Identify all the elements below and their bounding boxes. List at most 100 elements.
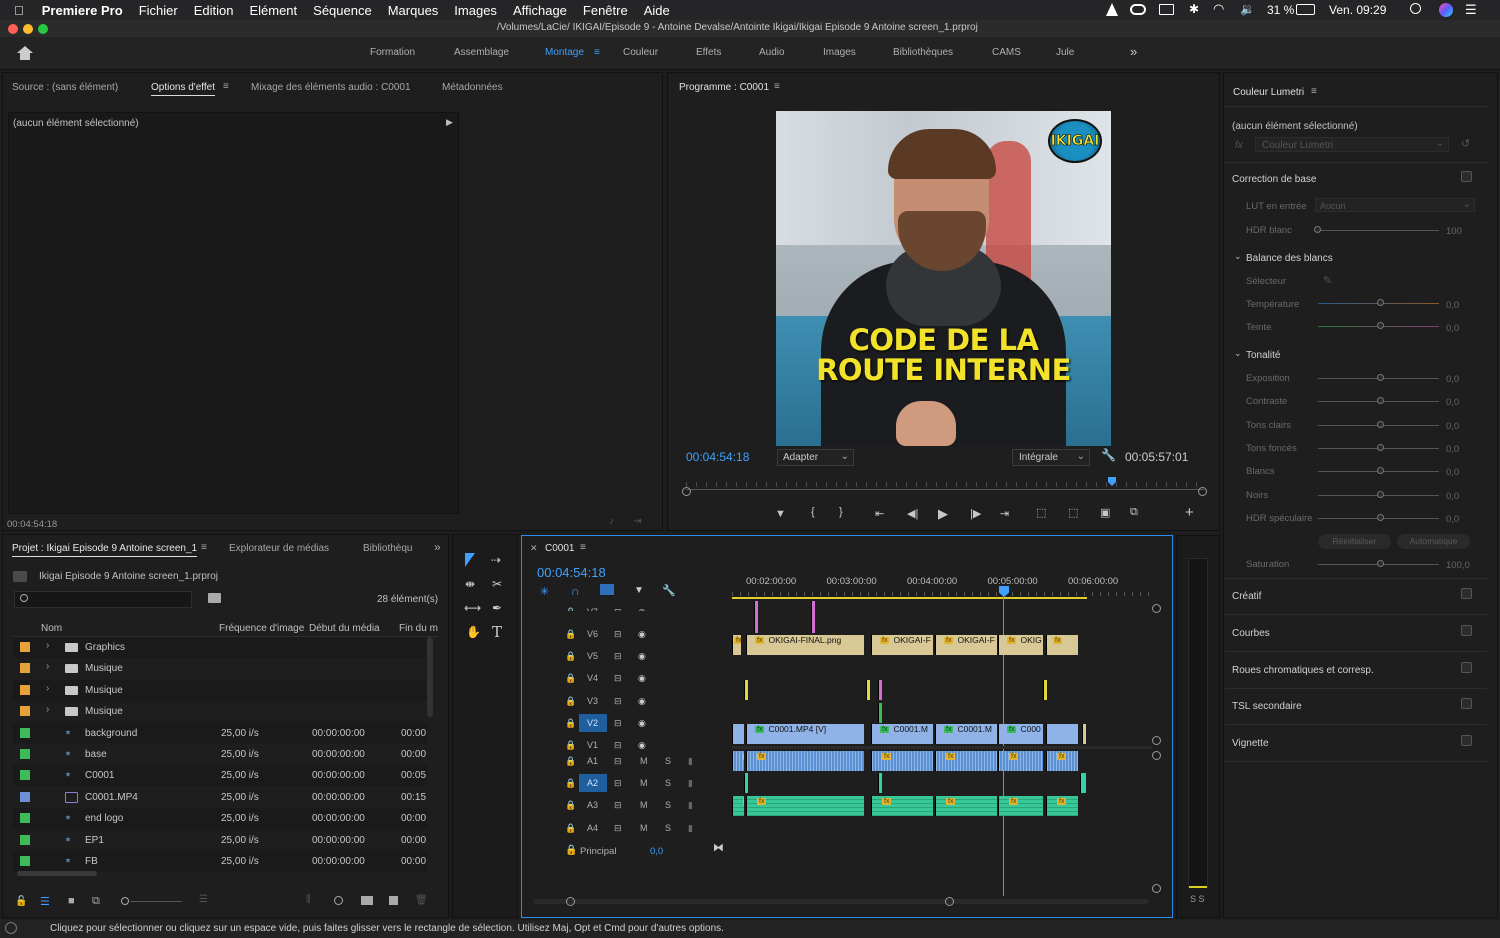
volume-icon[interactable]: 🔉: [1240, 2, 1255, 16]
tab-project[interactable]: Projet : Ikigai Episode 9 Antoine screen…: [12, 543, 198, 557]
scroll-left-handle[interactable]: [566, 897, 575, 906]
tone-value[interactable]: 0,0: [1446, 421, 1459, 432]
track-lock-icon[interactable]: 🔒: [565, 756, 576, 767]
menu-sequence[interactable]: Séquence: [305, 3, 380, 18]
video-clip-v1[interactable]: fx C0001.M: [935, 724, 997, 744]
tone-knob[interactable]: [1377, 420, 1384, 428]
track-lock-icon[interactable]: 🔒: [565, 673, 576, 684]
v-scroll-knob-bottom[interactable]: [1152, 884, 1161, 893]
lut-select[interactable]: Aucun ⌄: [1315, 198, 1475, 212]
siri-icon[interactable]: [1439, 3, 1453, 17]
white-balance-header[interactable]: Balance des blancs: [1246, 253, 1333, 264]
tone-value[interactable]: 0,0: [1446, 397, 1459, 408]
panel-menu-icon[interactable]: ≡: [223, 81, 229, 92]
track-lock-icon[interactable]: 🔒: [565, 800, 576, 811]
solo-button[interactable]: S: [665, 778, 671, 788]
creative-cloud-icon[interactable]: [1130, 4, 1146, 15]
tab-metadata[interactable]: Métadonnées: [442, 82, 503, 93]
add-marker-icon[interactable]: ▼: [634, 585, 644, 596]
audio-clip-a1[interactable]: fx: [998, 751, 1043, 771]
project-row[interactable]: ⭒ EP1 25,00 i/s 00:00:00:00 00:00: [13, 830, 427, 851]
sync-lock-icon[interactable]: ⊟: [614, 718, 622, 729]
chevron-right-icon[interactable]: ›: [46, 704, 49, 715]
video-track-header[interactable]: 🔒 V3 ⊟ ◉: [522, 690, 732, 712]
track-lock-icon[interactable]: 🔒: [565, 823, 576, 834]
export-icon[interactable]: ⇥: [633, 516, 641, 527]
video-clip-v1-tail[interactable]: [1082, 724, 1086, 744]
nest-icon[interactable]: ✳: [540, 585, 549, 598]
sync-lock-icon[interactable]: ⊟: [614, 823, 622, 834]
menu-marques[interactable]: Marques: [380, 3, 447, 18]
close-window-button[interactable]: [8, 24, 18, 34]
menu-element[interactable]: Elément: [241, 3, 305, 18]
timeline-settings-wrench-icon[interactable]: 🔧: [662, 584, 676, 597]
tone-knob[interactable]: [1377, 374, 1384, 381]
workspace-menu-icon[interactable]: ≡: [594, 47, 600, 58]
saturation-value[interactable]: 100,0: [1446, 560, 1470, 571]
audio-clip-a3[interactable]: fx: [746, 796, 864, 816]
scroll-right-handle[interactable]: [945, 897, 954, 906]
v-scroll-knob-a[interactable]: [1152, 751, 1161, 760]
bluetooth-icon[interactable]: ✱: [1189, 2, 1199, 16]
lumetri-section[interactable]: Vignette: [1232, 738, 1269, 749]
workspace-assemblage[interactable]: Assemblage: [454, 47, 509, 58]
go-to-out-button[interactable]: ⇥: [1000, 507, 1009, 520]
icon-view-icon[interactable]: ■: [68, 895, 75, 907]
label-color-swatch[interactable]: [20, 813, 30, 824]
section-checkbox[interactable]: [1461, 661, 1472, 673]
project-row[interactable]: ⭒ C0001 25,00 i/s 00:00:00:00 00:05: [13, 765, 427, 787]
program-ruler[interactable]: [686, 477, 1204, 491]
master-volume-value[interactable]: 0,0: [650, 846, 663, 857]
chevron-down-icon[interactable]: ⌄: [1234, 348, 1242, 359]
audio-clip-a1[interactable]: fx: [732, 751, 744, 771]
notification-center-icon[interactable]: ☰: [1465, 2, 1477, 18]
eye-icon[interactable]: ◉: [638, 607, 646, 611]
button-editor-plus[interactable]: +: [1185, 504, 1194, 521]
lumetri-effect-select[interactable]: Couleur Lumetri ⌄: [1255, 137, 1449, 152]
voiceover-mic-icon[interactable]: ▮: [688, 800, 693, 811]
reset-icon[interactable]: ↺: [1461, 137, 1470, 150]
label-color-swatch[interactable]: [20, 791, 30, 802]
lock-icon[interactable]: 🔓: [15, 896, 27, 907]
expand-arrow-icon[interactable]: ▶: [446, 117, 453, 128]
lumetri-section[interactable]: Créatif: [1232, 591, 1261, 602]
zoom-window-button[interactable]: [38, 24, 48, 34]
type-tool-icon[interactable]: T: [492, 623, 502, 641]
eye-icon[interactable]: ◉: [638, 651, 646, 662]
solo-button[interactable]: S: [665, 823, 671, 833]
track-lock-icon[interactable]: 🔒: [565, 607, 576, 611]
razor-tool-icon[interactable]: ✂: [492, 577, 502, 591]
tone-knob[interactable]: [1377, 490, 1384, 498]
audio-track-header[interactable]: 🔒 A4 ⊟ M S ▮: [522, 817, 732, 839]
menu-edition[interactable]: Edition: [186, 3, 242, 18]
video-track-header[interactable]: 🔒 V6 ⊟ ◉: [522, 623, 732, 645]
eyedropper-icon[interactable]: ✎: [1323, 274, 1332, 287]
section-checkbox[interactable]: [1461, 588, 1472, 599]
graphic-clip-v5[interactable]: fx OKIGAI-F: [871, 635, 933, 655]
snap-icon[interactable]: ∩: [571, 584, 580, 598]
eye-icon[interactable]: ◉: [638, 696, 646, 707]
mute-button[interactable]: M: [640, 756, 648, 766]
slip-tool-icon[interactable]: ⟷: [464, 601, 481, 615]
mute-button[interactable]: M: [640, 800, 648, 810]
label-color-swatch[interactable]: [20, 684, 30, 695]
video-clip-v1[interactable]: fx C0001.MP4 [V]: [746, 724, 864, 744]
menu-fenetre[interactable]: Fenêtre: [575, 3, 636, 18]
project-row[interactable]: ⭒ FB 25,00 i/s 00:00:00:00 00:00: [13, 851, 427, 872]
graphic-clip-v5[interactable]: fx OKIGAI-F: [935, 635, 997, 655]
v-scroll-knob-mid[interactable]: [1152, 736, 1161, 745]
program-video-frame[interactable]: IKIGAI CODE DE LA ROUTE INTERNE: [776, 111, 1111, 446]
temperature-knob[interactable]: [1377, 299, 1384, 306]
workspace-audio[interactable]: Audio: [759, 47, 785, 58]
lumetri-section[interactable]: Roues chromatiques et corresp.: [1232, 665, 1374, 676]
graphic-clip-v6[interactable]: [754, 601, 758, 633]
menu-images[interactable]: Images: [446, 3, 505, 18]
workspace-montage[interactable]: Montage: [545, 47, 584, 58]
audio-track-header[interactable]: 🔒 A3 ⊟ M S ▮: [522, 794, 732, 816]
audio-clip-a3[interactable]: fx: [732, 796, 744, 816]
track-select-tool-icon[interactable]: ⇢: [491, 553, 501, 567]
video-track-header[interactable]: 🔒 V5 ⊟ ◉: [522, 645, 732, 667]
tab-source[interactable]: Source : (sans élément): [12, 82, 118, 93]
sync-lock-icon[interactable]: ⊟: [614, 629, 622, 640]
zoom-slider-knob[interactable]: [121, 897, 129, 905]
